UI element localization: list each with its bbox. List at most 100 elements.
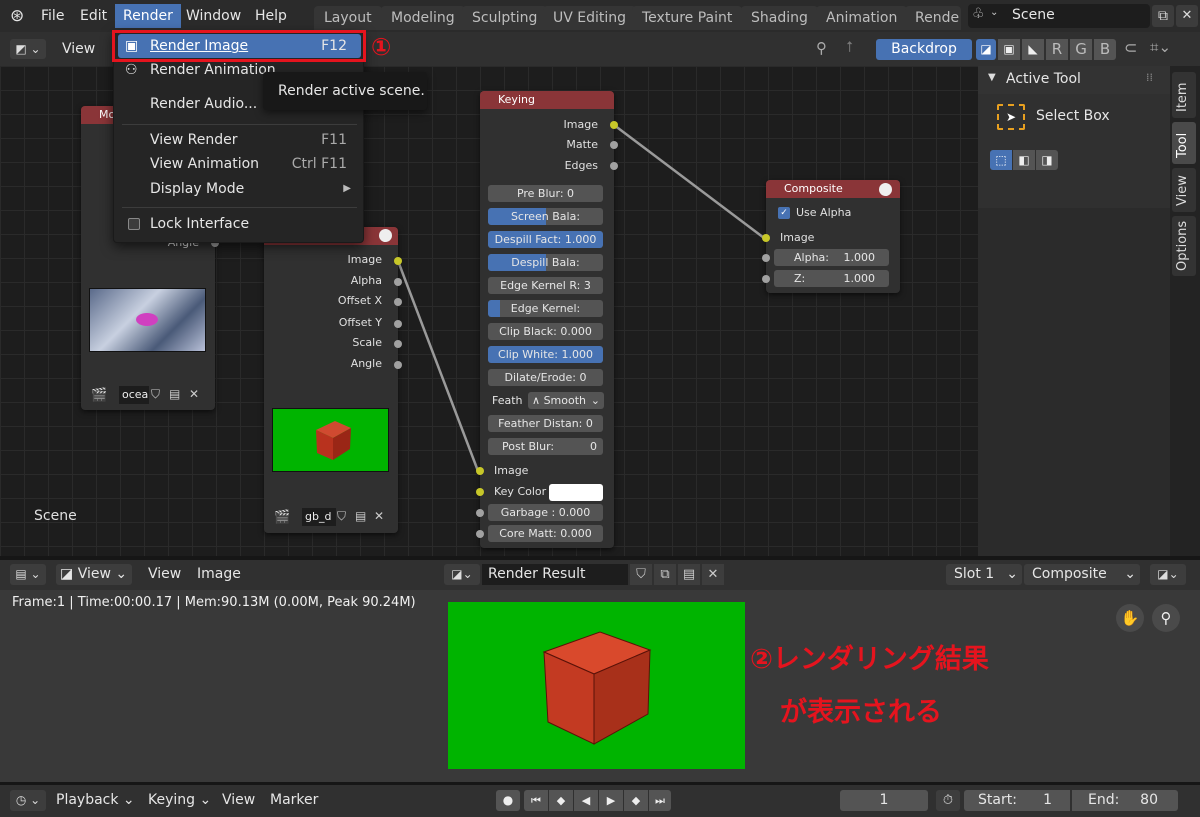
view-animation-item[interactable]: View Animation Ctrl F11 bbox=[118, 152, 361, 176]
image-menu[interactable]: Image bbox=[197, 566, 241, 582]
start-frame-field[interactable]: Start: 1 bbox=[964, 790, 1070, 811]
channel-r-button[interactable]: R bbox=[1046, 39, 1068, 60]
prev-keyframe-icon[interactable]: ◆ bbox=[549, 790, 573, 811]
composite-alpha-socket[interactable] bbox=[762, 254, 770, 262]
mode-extend-icon[interactable]: ◧ bbox=[1013, 150, 1035, 170]
key-color-socket[interactable] bbox=[476, 488, 484, 496]
end-frame-field[interactable]: End: 80 bbox=[1072, 790, 1178, 811]
select-box-tool[interactable]: ➤ Select Box ⬚ ◧ ◨ bbox=[978, 94, 1170, 208]
composite-layer-dropdown[interactable]: Composite ⌄ bbox=[1024, 564, 1140, 585]
unlink-icon[interactable]: ✕ bbox=[189, 387, 199, 401]
play-icon[interactable]: ▶ bbox=[599, 790, 623, 811]
fake-user-icon-2[interactable]: ⛉ bbox=[337, 509, 346, 524]
core-matte-socket[interactable] bbox=[476, 530, 484, 538]
use-alpha-checkbox[interactable]: ✓ bbox=[778, 207, 790, 219]
overlay-icon[interactable]: ⌗⌄ bbox=[1150, 38, 1171, 56]
next-keyframe-icon[interactable]: ◆ bbox=[624, 790, 648, 811]
active-tool-header[interactable]: ▼ Active Tool ⁞⁞ bbox=[978, 66, 1170, 94]
display-channels-icon[interactable]: ◪⌄ bbox=[1150, 564, 1186, 585]
timeline-editor-type-icon[interactable]: ◷ ⌄ bbox=[10, 790, 46, 811]
movie-clip-node-2[interactable]: Movie Clip Image Alpha Offset X Offset Y… bbox=[264, 227, 402, 533]
backdrop-color-alpha-icon[interactable]: ◪ bbox=[976, 39, 996, 60]
keying-field-8[interactable]: Dilate/Erode: 0 bbox=[488, 369, 603, 386]
jump-start-icon[interactable]: ⏮ bbox=[524, 790, 548, 811]
backdrop-alpha-icon[interactable]: ◣ bbox=[1022, 39, 1044, 60]
playback-menu[interactable]: Playback ⌄ bbox=[56, 792, 135, 808]
keying-field-2[interactable]: Despill Fact: 1.000 bbox=[488, 231, 603, 248]
output-offset-y-socket[interactable] bbox=[394, 320, 402, 328]
output-angle-socket[interactable] bbox=[394, 361, 402, 369]
composite-z-socket[interactable] bbox=[762, 275, 770, 283]
output-scale-socket[interactable] bbox=[394, 340, 402, 348]
unlink-image-icon[interactable]: ✕ bbox=[702, 564, 724, 585]
view-render-item[interactable]: View Render F11 bbox=[118, 128, 361, 152]
keying-field-1[interactable]: Screen Bala: 0.500 bbox=[488, 208, 603, 225]
marker-menu[interactable]: Marker bbox=[270, 792, 318, 808]
feather-falloff-dropdown[interactable]: ∧ Smooth ⌄ bbox=[528, 392, 604, 409]
garbage-matte-socket[interactable] bbox=[476, 509, 484, 517]
mode-subtract-icon[interactable]: ◨ bbox=[1036, 150, 1058, 170]
zoom-icon[interactable]: ⚲ bbox=[1152, 604, 1180, 632]
open-folder-icon-2[interactable]: ▤ bbox=[355, 509, 366, 523]
scene-selector[interactable]: ♧ ⌄ Scene bbox=[968, 4, 1150, 28]
keying-output-matte-socket[interactable] bbox=[610, 141, 618, 149]
key-color-swatch[interactable] bbox=[549, 484, 603, 501]
channel-g-button[interactable]: G bbox=[1070, 39, 1092, 60]
tab-options[interactable]: Options bbox=[1172, 216, 1196, 276]
keying-header[interactable]: Keying bbox=[480, 91, 614, 109]
view-mode-dropdown[interactable]: ◪ View ⌄ bbox=[56, 564, 132, 585]
close-scene-icon[interactable]: ✕ bbox=[1176, 5, 1198, 27]
clip-icon-2[interactable]: 🎬 bbox=[274, 510, 290, 525]
new-image-icon[interactable]: ⧉ bbox=[654, 564, 676, 585]
open-image-icon[interactable]: ▤ bbox=[678, 564, 700, 585]
record-icon[interactable]: ● bbox=[496, 790, 520, 811]
preview-range-icon[interactable]: ⏱ bbox=[936, 790, 960, 811]
garbage-matte-field[interactable]: Garbage : 0.000 bbox=[488, 504, 603, 521]
backdrop-color-icon[interactable]: ▣ bbox=[998, 39, 1020, 60]
duplicate-scene-icon[interactable]: ⧉ bbox=[1152, 5, 1174, 27]
channel-b-button[interactable]: B bbox=[1094, 39, 1116, 60]
clip-name-field[interactable]: ocea bbox=[119, 386, 149, 404]
clip-icon[interactable]: 🎬 bbox=[91, 388, 107, 403]
core-matte-field[interactable]: Core Matt: 0.000 bbox=[488, 525, 603, 542]
mode-new-icon[interactable]: ⬚ bbox=[990, 150, 1012, 170]
timeline-view-menu[interactable]: View bbox=[222, 792, 255, 808]
keying-output-edges-socket[interactable] bbox=[610, 162, 618, 170]
lock-interface-item[interactable]: Lock Interface bbox=[118, 212, 361, 236]
render-result-field[interactable]: Render Result bbox=[482, 564, 628, 585]
output-alpha-socket[interactable] bbox=[394, 278, 402, 286]
slot-dropdown[interactable]: Slot 1 ⌄ bbox=[946, 564, 1022, 585]
keying-output-image-socket[interactable] bbox=[610, 121, 618, 129]
unlink-icon-2[interactable]: ✕ bbox=[374, 509, 384, 523]
view-menu[interactable]: View bbox=[148, 566, 181, 582]
browse-image-icon[interactable]: ◪⌄ bbox=[444, 564, 480, 585]
keying-field-5[interactable]: Edge Kernel: 0.100 bbox=[488, 300, 603, 317]
drag-handle-icon[interactable]: ⁞⁞ bbox=[1146, 71, 1153, 84]
current-frame-field[interactable]: 1 bbox=[840, 790, 928, 811]
keying-field-6[interactable]: Clip Black: 0.000 bbox=[488, 323, 603, 340]
lock-interface-checkbox[interactable] bbox=[128, 218, 140, 230]
tab-view[interactable]: View bbox=[1172, 168, 1196, 212]
keying-field-4[interactable]: Edge Kernel R: 3 bbox=[488, 277, 603, 294]
output-offset-x-socket[interactable] bbox=[394, 298, 402, 306]
fake-user-shield-icon[interactable]: ⛉ bbox=[630, 564, 652, 585]
post-blur-field[interactable]: Post Blur: 0 bbox=[488, 438, 603, 455]
composite-node[interactable]: Composite ✓ Use Alpha Image Alpha: 1.000 … bbox=[762, 180, 900, 293]
image-editor-type-icon[interactable]: ▤ ⌄ bbox=[10, 564, 46, 585]
composite-z-field[interactable]: Z: 1.000 bbox=[774, 270, 889, 287]
feather-distance-field[interactable]: Feather Distan: 0 bbox=[488, 415, 603, 432]
keying-node[interactable]: Keying Image Matte Edges Pre Blur: 0 Scre… bbox=[476, 91, 618, 548]
keying-input-image-socket[interactable] bbox=[476, 467, 484, 475]
composite-alpha-field[interactable]: Alpha: 1.000 bbox=[774, 249, 889, 266]
composite-image-socket[interactable] bbox=[762, 234, 770, 242]
tab-tool[interactable]: Tool bbox=[1172, 122, 1196, 164]
play-reverse-icon[interactable]: ◀ bbox=[574, 790, 598, 811]
keying-field-0[interactable]: Pre Blur: 0 bbox=[488, 185, 603, 202]
open-folder-icon[interactable]: ▤ bbox=[169, 387, 180, 401]
clip-name-field-2[interactable]: gb_d bbox=[302, 508, 336, 526]
keying-field-3[interactable]: Despill Bala: 0.500 bbox=[488, 254, 603, 271]
tab-item[interactable]: Item bbox=[1172, 72, 1196, 118]
output-image-socket[interactable] bbox=[394, 257, 402, 265]
hand-pan-icon[interactable]: ✋ bbox=[1116, 604, 1144, 632]
jump-end-icon[interactable]: ⏭ bbox=[649, 790, 671, 811]
